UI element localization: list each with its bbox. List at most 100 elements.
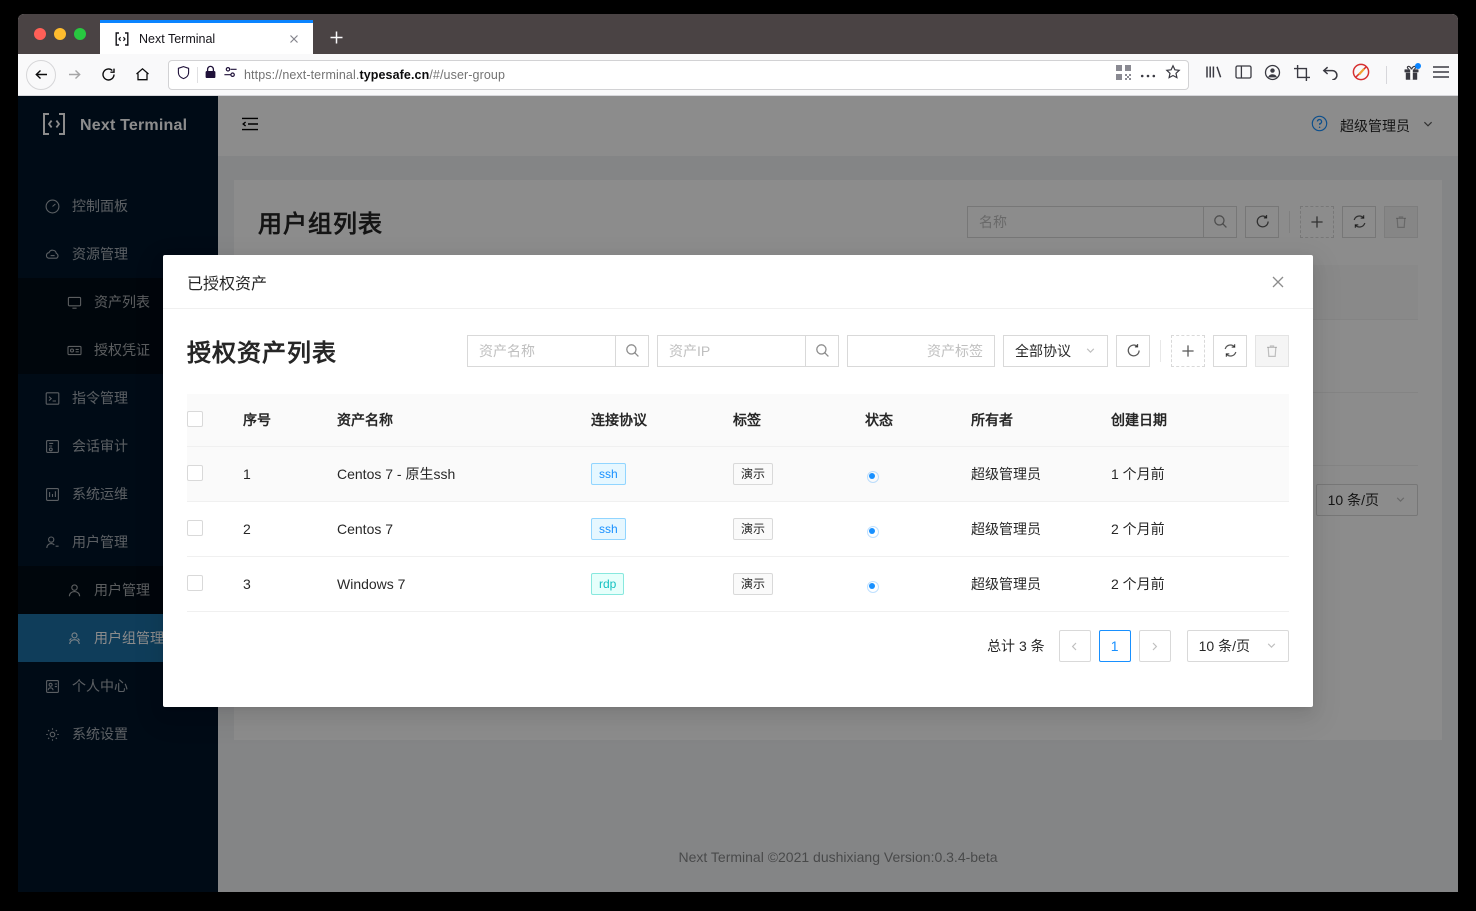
row-state-cell (865, 557, 971, 612)
protocol-tag: ssh (591, 463, 626, 485)
toolbar-divider (1386, 66, 1387, 84)
row-owner: 超级管理员 (971, 502, 1111, 557)
maximize-window-button[interactable] (74, 28, 86, 40)
row-owner: 超级管理员 (971, 447, 1111, 502)
browser-tab[interactable]: Next Terminal (100, 20, 313, 54)
asset-tag: 演示 (733, 518, 773, 540)
asset-tag: 演示 (733, 573, 773, 595)
asset-name-input[interactable]: 资产名称 (467, 335, 615, 367)
asset-ip-search-button[interactable] (805, 335, 839, 367)
browser-toolbar-icons (1199, 63, 1450, 86)
next-page-button[interactable] (1139, 630, 1171, 662)
qrcode-icon[interactable] (1116, 65, 1131, 85)
browser-navbar: https://next-terminal.typesafe.cn/#/user… (18, 54, 1458, 96)
back-button[interactable] (26, 60, 56, 90)
status-badge (869, 473, 875, 479)
window-controls (30, 14, 100, 54)
url-bar[interactable]: https://next-terminal.typesafe.cn/#/user… (168, 60, 1189, 90)
modal-refresh-button[interactable] (1213, 335, 1247, 367)
modal-page-size-select[interactable]: 10 条/页 (1187, 630, 1289, 662)
protocol-tag: rdp (591, 573, 624, 595)
browser-tabstrip: Next Terminal (18, 14, 1458, 54)
table-row[interactable]: 2 Centos 7 ssh 演示 超级管理员 2 个月前 (187, 502, 1289, 557)
tab-title: Next Terminal (139, 32, 276, 46)
table-row[interactable]: 3 Windows 7 rdp 演示 超级管理员 2 个月前 (187, 557, 1289, 612)
new-tab-button[interactable] (319, 20, 353, 54)
blocked-icon[interactable] (1352, 63, 1370, 86)
row-checkbox[interactable] (187, 575, 203, 591)
prev-page-button[interactable] (1059, 630, 1091, 662)
column-header: 创建日期 (1111, 394, 1289, 447)
modal-toolbar: 授权资产列表 资产名称 资产IP 资产标签 (187, 333, 1289, 368)
pagination-total: 总计 3 条 (987, 636, 1045, 656)
account-icon[interactable] (1264, 64, 1281, 86)
assets-table: 序号 资产名称 连接协议 标签 状态 所有者 创建日期 1 (187, 394, 1289, 612)
modal-body: 授权资产列表 资产名称 资产IP 资产标签 (163, 309, 1313, 707)
modal-filters: 资产名称 资产IP 资产标签 全部协议 (467, 335, 1289, 367)
close-icon[interactable] (1251, 255, 1305, 309)
row-select-cell (187, 557, 243, 612)
table-row[interactable]: 1 Centos 7 - 原生ssh ssh 演示 超级管理员 1 个月前 (187, 447, 1289, 502)
url-text: https://next-terminal.typesafe.cn/#/user… (244, 68, 1110, 82)
bookmark-star-icon[interactable] (1165, 64, 1181, 85)
asset-ip-input[interactable]: 资产IP (657, 335, 805, 367)
column-header: 序号 (243, 394, 337, 447)
protocol-tag: ssh (591, 518, 626, 540)
permissions-icon[interactable] (223, 65, 238, 84)
authorized-assets-modal: 已授权资产 授权资产列表 资产名称 资产IP (163, 255, 1313, 707)
shield-icon[interactable] (176, 65, 191, 85)
row-tag-cell: 演示 (733, 447, 865, 502)
url-divider (197, 67, 198, 83)
reload-button[interactable] (92, 59, 124, 91)
forward-button[interactable] (58, 59, 90, 91)
hamburger-menu-icon[interactable] (1432, 65, 1450, 84)
select-all-header (187, 394, 243, 447)
modal-pagination: 总计 3 条 1 10 条/页 (187, 612, 1289, 662)
page-actions-icon[interactable] (1140, 66, 1156, 84)
undo-icon[interactable] (1322, 64, 1340, 85)
row-checkbox[interactable] (187, 465, 203, 481)
row-checkbox[interactable] (187, 520, 203, 536)
row-tag-cell: 演示 (733, 557, 865, 612)
row-select-cell (187, 502, 243, 557)
toolbar-divider (1160, 340, 1161, 362)
browser-window: Next Terminal (18, 14, 1458, 892)
row-asset-name: Windows 7 (337, 557, 591, 612)
row-protocol-cell: ssh (591, 502, 733, 557)
column-header: 标签 (733, 394, 865, 447)
asset-name-search-button[interactable] (615, 335, 649, 367)
assets-table-head: 序号 资产名称 连接协议 标签 状态 所有者 创建日期 (187, 394, 1289, 447)
close-icon[interactable] (285, 30, 303, 48)
row-asset-name: Centos 7 (337, 502, 591, 557)
library-icon[interactable] (1205, 64, 1223, 85)
modal-title: 已授权资产 (187, 270, 267, 294)
gift-icon[interactable] (1403, 64, 1420, 86)
screenshot-icon[interactable] (1293, 64, 1310, 86)
protocol-select[interactable]: 全部协议 (1003, 335, 1108, 367)
status-badge (869, 528, 875, 534)
row-state-cell (865, 447, 971, 502)
modal-section-title: 授权资产列表 (187, 333, 337, 368)
gift-badge-dot (1415, 63, 1421, 69)
page-size-label: 10 条/页 (1199, 636, 1250, 656)
row-created: 1 个月前 (1111, 447, 1289, 502)
sidebar-icon[interactable] (1235, 64, 1252, 85)
table-header-row: 序号 资产名称 连接协议 标签 状态 所有者 创建日期 (187, 394, 1289, 447)
assets-table-body: 1 Centos 7 - 原生ssh ssh 演示 超级管理员 1 个月前 2 … (187, 447, 1289, 612)
close-window-button[interactable] (34, 28, 46, 40)
modal-header: 已授权资产 (163, 255, 1313, 309)
column-header: 资产名称 (337, 394, 591, 447)
page-number-button[interactable]: 1 (1099, 630, 1131, 662)
row-protocol-cell: rdp (591, 557, 733, 612)
minimize-window-button[interactable] (54, 28, 66, 40)
select-all-checkbox[interactable] (187, 411, 203, 427)
code-brackets-icon (114, 31, 130, 47)
row-select-cell (187, 447, 243, 502)
home-button[interactable] (126, 59, 158, 91)
row-state-cell (865, 502, 971, 557)
lock-icon[interactable] (204, 65, 217, 84)
modal-add-button[interactable] (1171, 335, 1205, 367)
asset-tag-input[interactable]: 资产标签 (847, 335, 995, 367)
status-badge (869, 583, 875, 589)
modal-reset-button[interactable] (1116, 335, 1150, 367)
